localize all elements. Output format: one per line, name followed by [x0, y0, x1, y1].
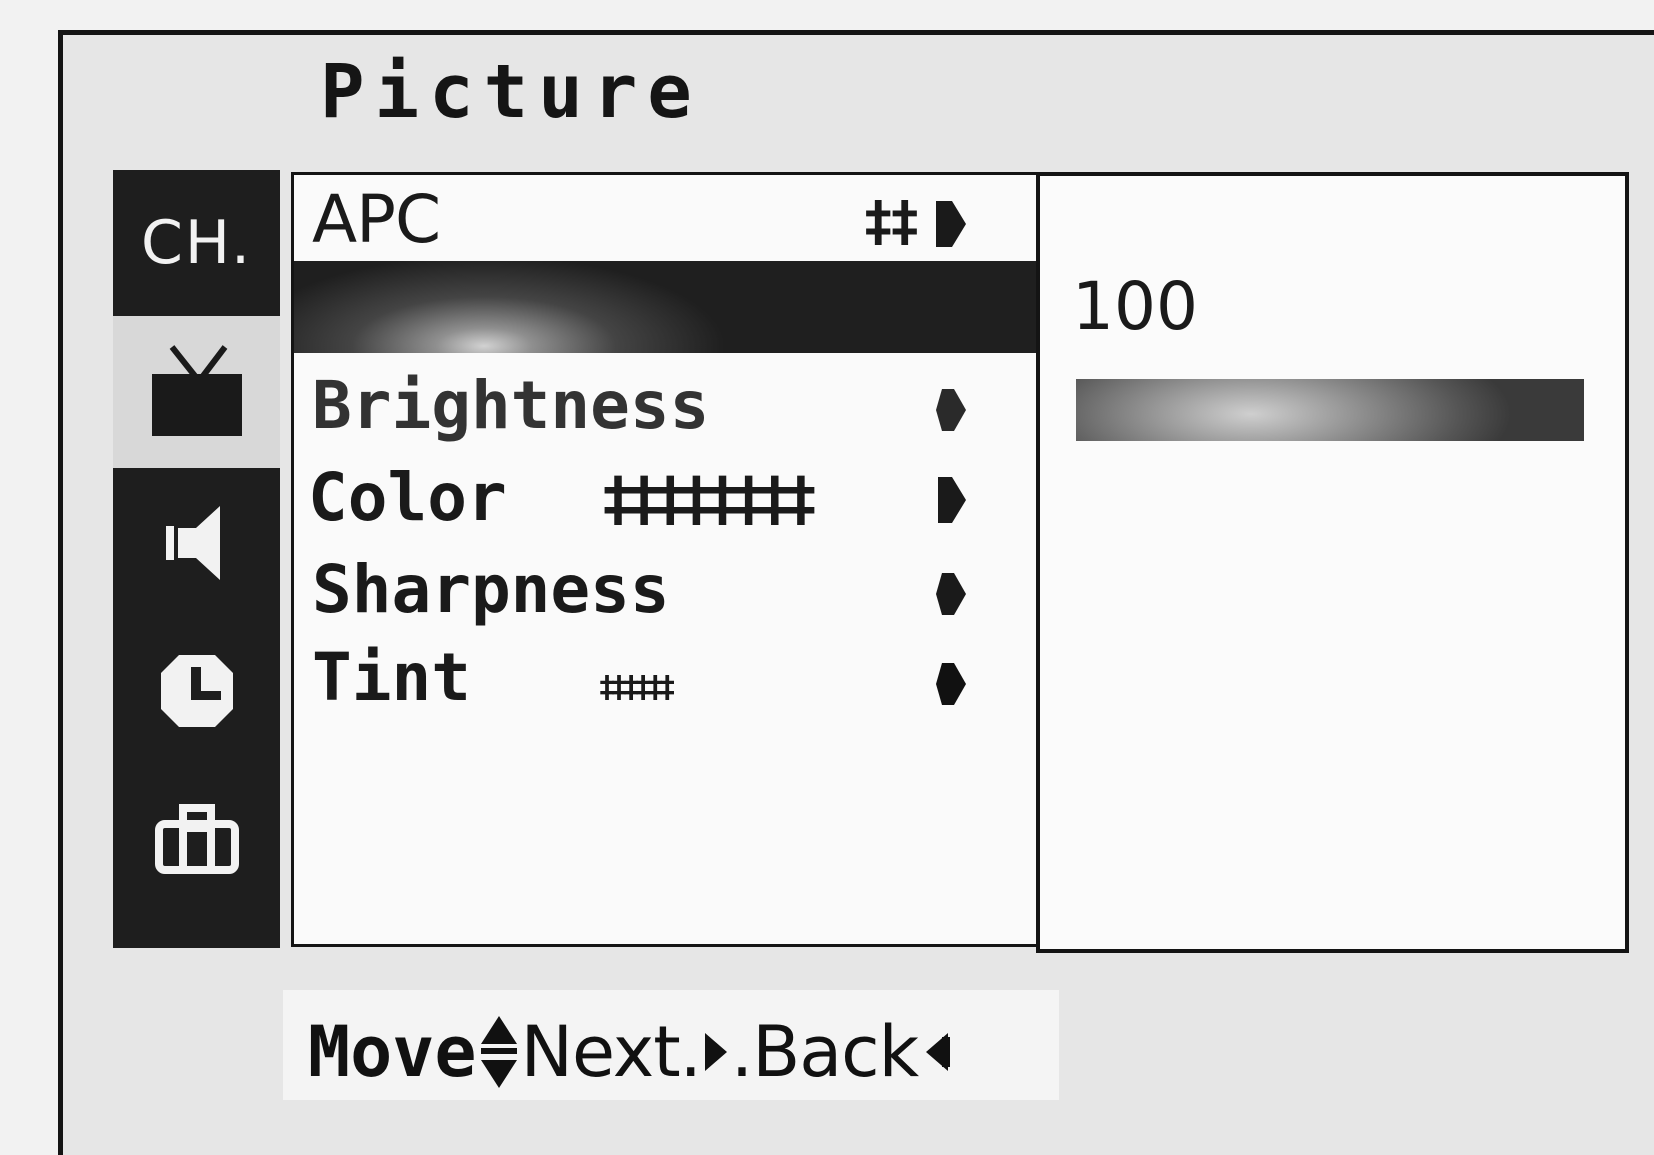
help-bar: Move Next . . Back	[283, 990, 1059, 1100]
menu-item-label: Brightness	[312, 367, 710, 444]
help-back-label: Back	[752, 1011, 919, 1093]
help-text: Move Next . . Back	[308, 1012, 952, 1092]
value-panel: 100	[1036, 172, 1629, 953]
menu-items-panel: APC ‡‡ Brightness Color ‡‡‡‡‡‡‡‡ Sharpne…	[291, 172, 1038, 947]
menu-item-color[interactable]: Color ‡‡‡‡‡‡‡‡	[294, 455, 1038, 545]
category-sidebar: CH.	[113, 170, 280, 948]
menu-title: Picture	[320, 49, 702, 135]
value-readout: 100	[1072, 268, 1198, 345]
menu-item-label: Tint	[312, 639, 471, 716]
left-arrow-icon	[926, 1033, 951, 1071]
right-arrow-icon	[936, 573, 966, 615]
menu-item-brightness[interactable]: Brightness	[294, 363, 1038, 453]
help-next-label: Next	[520, 1011, 681, 1093]
value-slider[interactable]	[1076, 379, 1584, 441]
up-down-arrow-icon	[480, 1016, 517, 1088]
tab-channel-label: CH.	[140, 208, 253, 278]
menu-item-selected[interactable]	[294, 261, 1038, 353]
tab-audio[interactable]	[113, 468, 280, 618]
menu-item-label: APC	[312, 181, 441, 258]
help-separator: .	[679, 1011, 702, 1093]
speaker-icon	[165, 506, 220, 580]
right-arrow-icon	[936, 201, 966, 247]
right-arrow-icon	[936, 663, 966, 705]
tab-picture[interactable]	[113, 316, 280, 468]
tab-setup[interactable]	[113, 764, 280, 914]
level-ticks: ‡‡	[862, 190, 921, 253]
value-slider-fill	[1076, 379, 1584, 441]
help-separator: .	[730, 1011, 753, 1093]
menu-item-tint[interactable]: Tint ‡‡‡‡‡‡	[294, 639, 1038, 729]
toolbox-icon	[154, 804, 239, 874]
tab-channel[interactable]: CH.	[113, 170, 280, 316]
right-arrow-icon	[938, 477, 966, 523]
tv-icon	[151, 345, 242, 436]
clock-icon	[160, 655, 233, 727]
help-move-label: Move	[308, 1011, 477, 1093]
menu-item-apc[interactable]: APC ‡‡	[294, 175, 1038, 265]
menu-item-label: Color	[308, 459, 507, 536]
tab-timer[interactable]	[113, 618, 280, 764]
menu-item-label: Sharpness	[312, 551, 670, 628]
menu-item-sharpness[interactable]: Sharpness	[294, 547, 1038, 637]
level-ticks: ‡‡‡‡‡‡‡‡	[600, 464, 819, 534]
right-arrow-icon	[936, 389, 966, 431]
right-arrow-icon	[704, 1033, 727, 1071]
level-ticks: ‡‡‡‡‡‡	[598, 670, 676, 705]
